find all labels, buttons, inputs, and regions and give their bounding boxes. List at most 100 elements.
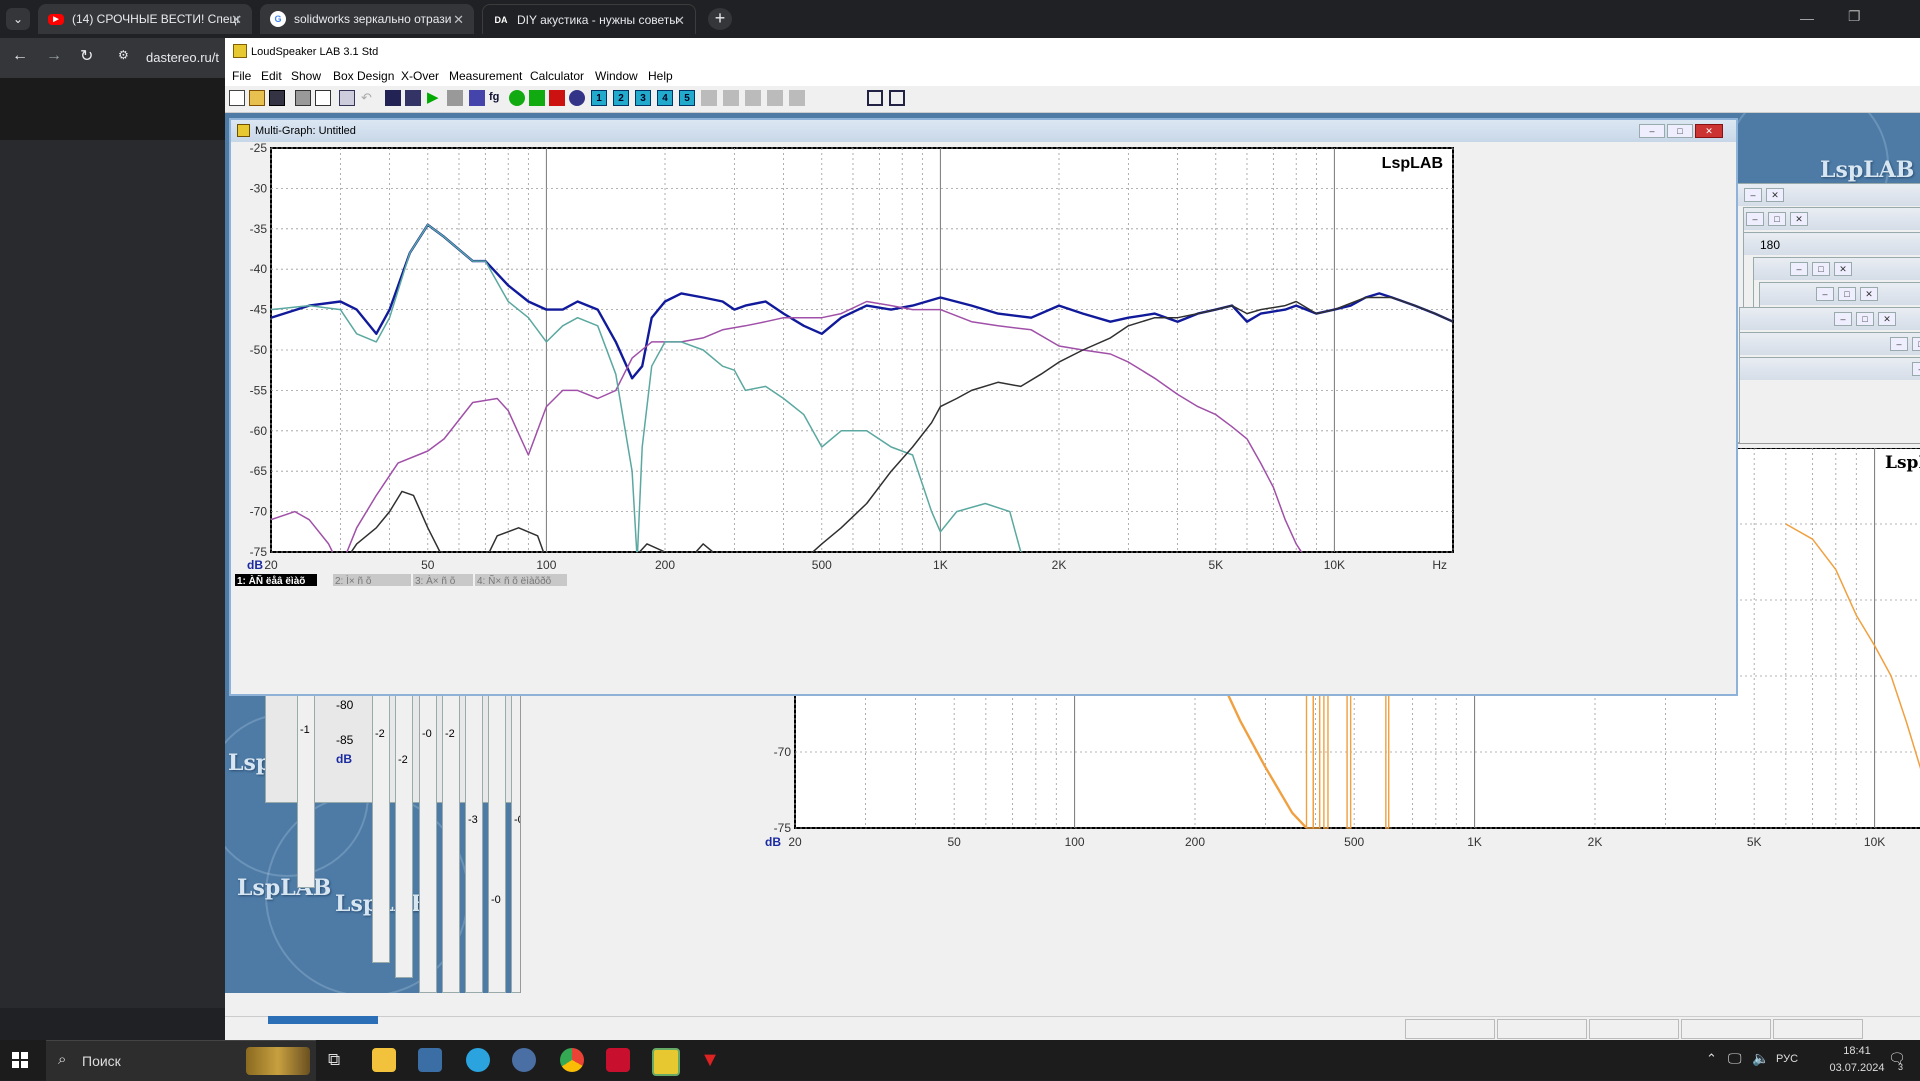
clock-time[interactable]: 18:41 (1832, 1045, 1882, 1057)
volume-icon[interactable]: 🔈 (1752, 1050, 1769, 1067)
open-folder-icon[interactable] (249, 90, 265, 106)
close-icon[interactable]: ✕ (1766, 188, 1784, 202)
maximize-icon[interactable]: □ (1812, 262, 1830, 276)
minimize-icon[interactable]: – (1912, 362, 1920, 376)
menu-show[interactable]: Show (291, 69, 321, 83)
partial-window[interactable]: -3 (465, 693, 483, 993)
file-explorer-icon[interactable] (372, 1048, 396, 1072)
menu-help[interactable]: Help (648, 69, 673, 83)
calculator-icon[interactable] (418, 1048, 442, 1072)
tab-search-button[interactable]: ⌄ (6, 8, 30, 30)
telegram-icon[interactable] (466, 1048, 490, 1072)
taskbar-search-box[interactable]: ⌕ Поиск (46, 1040, 316, 1081)
function-icon[interactable]: fg (489, 90, 505, 106)
network-icon[interactable]: 🖵 (1728, 1050, 1742, 1067)
close-tab-icon[interactable]: ✕ (453, 12, 464, 28)
app-globe-icon[interactable] (512, 1048, 536, 1072)
disabled-tool-icon[interactable] (745, 90, 761, 106)
minimize-icon[interactable]: – (1746, 212, 1764, 226)
tile-horizontal-icon[interactable] (867, 90, 883, 106)
copy-icon[interactable] (339, 90, 355, 106)
close-icon[interactable]: ✕ (1878, 312, 1896, 326)
clock-date[interactable]: 03.07.2024 (1822, 1062, 1892, 1074)
minimize-icon[interactable]: – (1790, 262, 1808, 276)
print-preview-icon[interactable] (315, 90, 331, 106)
restore-window-icon[interactable]: ❐ (1848, 8, 1861, 25)
wizard-icon[interactable] (385, 90, 401, 106)
save-icon[interactable] (269, 90, 285, 106)
minimize-icon[interactable]: – (1890, 337, 1908, 351)
chrome-icon[interactable] (560, 1048, 584, 1072)
stop-icon[interactable] (447, 90, 463, 106)
minimize-window-icon[interactable]: — (1800, 10, 1814, 26)
minimize-icon[interactable]: – (1639, 124, 1665, 138)
reload-icon[interactable]: ↻ (80, 46, 93, 66)
minimize-icon[interactable]: – (1744, 188, 1762, 202)
language-indicator[interactable]: РУС (1776, 1053, 1798, 1065)
minimize-icon[interactable]: – (1816, 287, 1834, 301)
maximize-icon[interactable]: □ (1912, 337, 1920, 351)
close-icon[interactable]: ✕ (1834, 262, 1852, 276)
menu-window[interactable]: Window (595, 69, 638, 83)
slot-5-button[interactable]: 5 (679, 90, 695, 106)
solidworks-icon[interactable] (606, 1048, 630, 1072)
undo-icon[interactable]: ↶ (361, 90, 377, 106)
shield-icon[interactable] (569, 90, 585, 106)
disabled-tool-icon[interactable] (723, 90, 739, 106)
red-app-icon[interactable]: ▼ (698, 1048, 722, 1072)
disabled-tool-icon[interactable] (767, 90, 783, 106)
slot-2-button[interactable]: 2 (613, 90, 629, 106)
tile-vertical-icon[interactable] (889, 90, 905, 106)
partial-window[interactable]: -0 (419, 693, 437, 993)
browser-tab-google[interactable]: G solidworks зеркально отрази ✕ (260, 4, 474, 34)
partial-window[interactable]: -1 (297, 693, 315, 888)
slot-4-button[interactable]: 4 (657, 90, 673, 106)
green-square-icon[interactable] (529, 90, 545, 106)
partial-window[interactable]: -0 (488, 693, 506, 993)
maximize-icon[interactable]: □ (1768, 212, 1786, 226)
address-bar[interactable]: dastereo.ru/t (146, 50, 226, 65)
menu-file[interactable]: File (232, 69, 251, 83)
task-view-icon[interactable]: ⧉ (328, 1050, 340, 1070)
menu-box-design[interactable]: Box Design (333, 69, 394, 83)
close-icon[interactable]: ✕ (1790, 212, 1808, 226)
close-tab-icon[interactable]: ✕ (231, 12, 242, 28)
multigraph-window[interactable]: Multi-Graph: Untitled – □ ✕ -25 -30 -35 -40… (229, 118, 1738, 696)
red-square-icon[interactable] (549, 90, 565, 106)
site-info-icon[interactable]: ⚙ (118, 48, 129, 62)
notification-icon[interactable]: 🗨 (1888, 1050, 1906, 1067)
maximize-icon[interactable]: □ (1838, 287, 1856, 301)
multigraph-title-bar[interactable]: Multi-Graph: Untitled – □ ✕ (231, 120, 1736, 142)
stacked-window-titlebar[interactable] (1740, 358, 1920, 380)
new-tab-button[interactable]: + (708, 8, 732, 30)
new-file-icon[interactable] (229, 90, 245, 106)
browser-tab-active[interactable]: DA DIY акустика - нужны советы ✕ (482, 4, 696, 34)
menu-measurement[interactable]: Measurement (449, 69, 522, 83)
graph-lr-icon[interactable] (469, 90, 485, 106)
tray-chevron-icon[interactable]: ⌃ (1706, 1051, 1717, 1067)
disabled-tool-icon[interactable] (701, 90, 717, 106)
slot-1-button[interactable]: 1 (591, 90, 607, 106)
menu-calculator[interactable]: Calculator (530, 69, 584, 83)
partial-window[interactable]: -2 (372, 693, 390, 963)
partial-window[interactable]: -2 (395, 693, 413, 978)
close-tab-icon[interactable]: ✕ (674, 13, 685, 29)
partial-window[interactable]: -2 (442, 693, 460, 993)
green-circle-icon[interactable] (509, 90, 525, 106)
maximize-icon[interactable]: □ (1856, 312, 1874, 326)
close-icon[interactable]: ✕ (1860, 287, 1878, 301)
back-icon[interactable]: ← (12, 47, 28, 65)
menu-x-over[interactable]: X-Over (401, 69, 439, 83)
lsplab-taskbar-icon[interactable] (652, 1048, 680, 1076)
forward-icon[interactable]: → (46, 47, 62, 65)
print-icon[interactable] (295, 90, 311, 106)
disabled-tool-icon[interactable] (789, 90, 805, 106)
close-icon[interactable]: ✕ (1695, 124, 1723, 138)
minimize-icon[interactable]: – (1834, 312, 1852, 326)
start-icon[interactable] (12, 1052, 28, 1068)
sliders-icon[interactable] (405, 90, 421, 106)
browser-tab-youtube[interactable]: ▶ (14) СРОЧНЫЕ ВЕСТИ! Спецг ✕ (38, 4, 252, 34)
play-icon[interactable]: ▶ (427, 90, 443, 106)
slot-3-button[interactable]: 3 (635, 90, 651, 106)
menu-edit[interactable]: Edit (261, 69, 282, 83)
